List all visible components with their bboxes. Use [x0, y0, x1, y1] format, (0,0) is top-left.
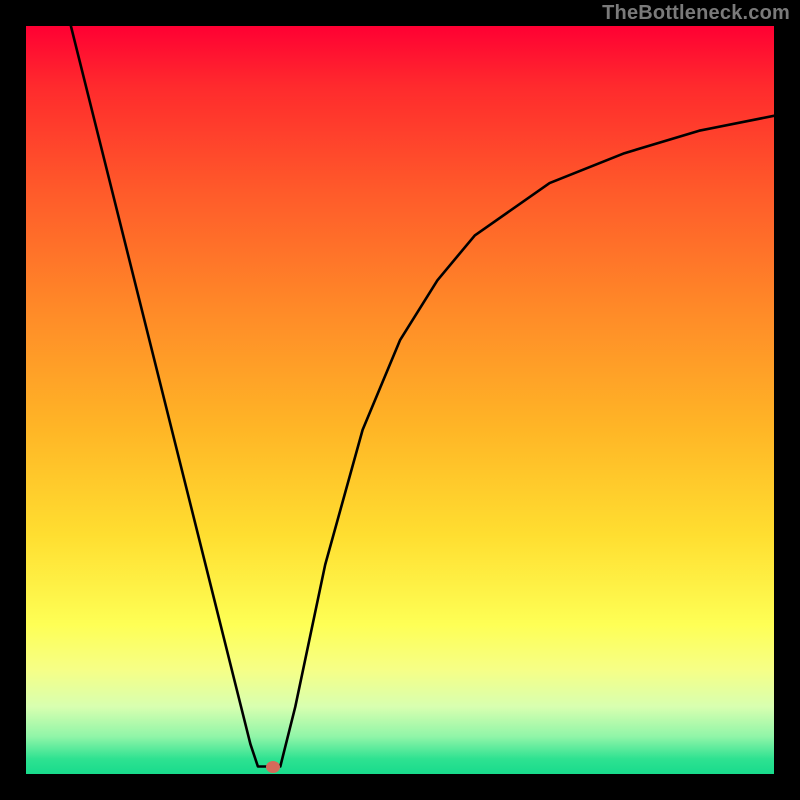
plot-area — [26, 26, 774, 774]
chart-frame: TheBottleneck.com — [0, 0, 800, 800]
bottleneck-curve — [26, 26, 774, 774]
minimum-marker — [266, 761, 280, 773]
watermark-label: TheBottleneck.com — [602, 2, 790, 25]
